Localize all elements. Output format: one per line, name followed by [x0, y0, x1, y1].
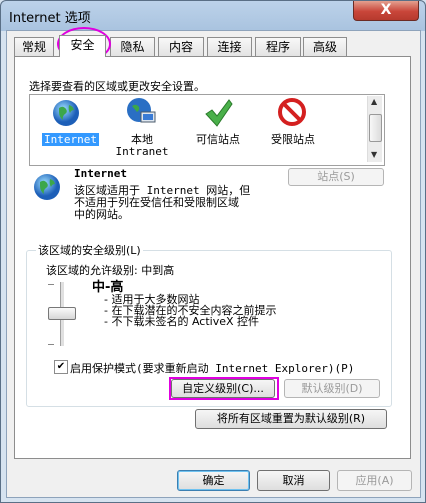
- scroll-up-arrow-icon[interactable]: ▲: [371, 97, 377, 106]
- protected-mode-checkbox[interactable]: ✔: [54, 360, 68, 374]
- default-level-button[interactable]: 默认级别(D): [284, 379, 380, 398]
- zone-list-scrollbar[interactable]: ▲ ▼: [367, 96, 382, 162]
- protected-mode-label: 启用保护模式(要求重新启动 Internet Explorer)(P): [70, 362, 355, 375]
- tab-label: 程序: [265, 40, 290, 54]
- tab-label: 安全: [70, 38, 95, 52]
- window-title: Internet 选项: [9, 11, 91, 26]
- checkmark-icon: [203, 98, 233, 128]
- security-level-group-label: 该区域的安全级别(L): [36, 242, 143, 258]
- tab-privacy[interactable]: 隐私: [110, 37, 155, 56]
- tab-advanced[interactable]: 高级: [303, 37, 347, 56]
- slider-thumb[interactable]: [48, 307, 76, 320]
- tab-security[interactable]: 安全: [59, 35, 106, 57]
- close-button[interactable]: X: [353, 1, 419, 21]
- zone-label-internet: Internet: [42, 133, 99, 146]
- selected-zone-globe-icon: [32, 172, 62, 202]
- tab-label: 隐私: [120, 40, 145, 54]
- tab-programs[interactable]: 程序: [255, 37, 301, 56]
- local-intranet-icon: [125, 96, 157, 126]
- tab-label: 高级: [312, 40, 337, 54]
- zone-item-local-intranet[interactable]: 本地 Intranet: [112, 134, 172, 158]
- zone-prompt: 选择要查看的区域或更改安全设置。: [29, 80, 205, 93]
- zone-item-restricted-sites[interactable]: 受限站点: [261, 134, 325, 146]
- reset-all-zones-button[interactable]: 将所有区域重置为默认级别(R): [195, 409, 387, 429]
- apply-button[interactable]: 应用(A): [337, 470, 412, 491]
- tab-connections[interactable]: 连接: [207, 37, 252, 56]
- restricted-icon: [277, 97, 307, 127]
- zone-label-restricted: 受限站点: [271, 133, 315, 146]
- zone-description: 该区域适用于 Internet 网站，但 不适用于列在受信任和受限制区域 中的网…: [74, 185, 250, 221]
- security-level-slider[interactable]: [42, 280, 82, 350]
- tab-label: 连接: [217, 40, 242, 54]
- highlight-box-custom-level: [169, 377, 279, 400]
- zone-sublabel-intranet: Intranet: [115, 145, 169, 158]
- zone-label-trusted: 可信站点: [196, 133, 240, 146]
- scroll-thumb[interactable]: [369, 114, 382, 142]
- level-bullet: - 不下载未签名的 ActiveX 控件: [104, 315, 260, 328]
- zone-description-line: 中的网站。: [74, 208, 129, 221]
- tab-content[interactable]: 内容: [158, 37, 204, 56]
- ok-button[interactable]: 确定: [177, 470, 250, 491]
- tab-general[interactable]: 常规: [14, 37, 54, 56]
- zone-item-internet[interactable]: Internet: [42, 133, 99, 146]
- sites-button[interactable]: 站点(S): [288, 168, 384, 186]
- globe-icon: [51, 98, 81, 128]
- selected-zone-name: Internet: [74, 167, 127, 180]
- cancel-button[interactable]: 取消: [257, 470, 330, 491]
- slider-tick: [48, 284, 54, 285]
- slider-tick: [48, 344, 54, 345]
- zone-item-trusted-sites[interactable]: 可信站点: [188, 134, 248, 146]
- tab-label: 常规: [21, 40, 46, 54]
- scroll-down-arrow-icon[interactable]: ▼: [371, 150, 377, 159]
- tab-label: 内容: [168, 40, 193, 54]
- security-level-bullets: - 适用于大多数网站 - 在下载潜在的不安全内容之前提示 - 不下载未签名的 A…: [104, 294, 276, 327]
